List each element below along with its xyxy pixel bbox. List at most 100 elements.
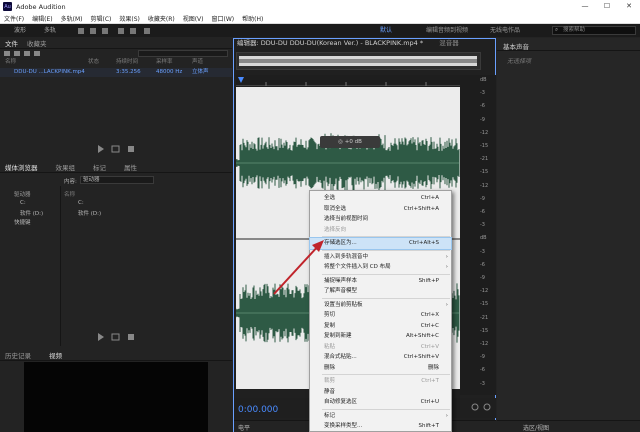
multitrack-view-button[interactable]: 多轨 [44,26,56,35]
db-label: -15 [480,143,489,149]
files-filter-input[interactable] [138,50,228,57]
context-menu-item[interactable]: 选择当前视图时间 [310,214,451,225]
context-menu-item[interactable]: 设置当前剪贴板 › [310,300,451,311]
col-samplerate[interactable]: 采样率 [156,57,192,67]
file-row[interactable]: DDU-DU ...LACKPINK.mp4 3:35.256 48000 Hz… [0,68,232,77]
content-dropdown[interactable]: 驱动器 [80,176,154,184]
db-label: -15 [480,169,489,176]
search-icon: ⌕ [555,27,559,33]
menu-window[interactable]: 窗口(W) [212,14,235,23]
search-help-input[interactable]: ⌕ 搜索帮助 [552,26,636,35]
context-menu-item[interactable]: 捕捉噪声样本 Shift+P [310,276,451,287]
tab-levels[interactable]: 电平 [238,423,250,432]
workspace-radio-production[interactable]: 无线电作品 [490,26,520,35]
file-name: DDU-DU ...LACKPINK.mp4 [14,69,85,75]
tree-shortcuts[interactable]: 快捷键 [14,218,31,226]
tab-selection-view[interactable]: 选区/视图 [523,423,549,432]
media-preview-controls[interactable] [96,332,142,342]
media-list-d[interactable]: 软件 (D:) [78,209,101,217]
tool-icons[interactable] [78,27,158,35]
context-menu-item[interactable]: 插入到多轨混音中 › [310,252,451,263]
waveform-view-button[interactable]: 波形 [14,26,26,35]
db-label: -12 [480,182,489,189]
context-menu-item[interactable]: 自动修复选区 Ctrl+U [310,397,451,408]
tree-drives[interactable]: 驱动器 [14,190,31,198]
context-menu-item[interactable]: 删除 删除 [310,363,451,374]
menu-item-label: 全选 [324,195,336,201]
zoom-buttons[interactable] [470,402,496,412]
title-bar: Au Adobe Audition — ☐ ✕ [0,0,640,13]
db-label: -3 [480,222,485,229]
tab-favorites[interactable]: 收藏夹 [27,38,47,48]
content-label: 内容: [64,179,77,185]
menu-item-shortcut: Alt+Shift+C [405,333,439,339]
menu-multitrack[interactable]: 多轨(M) [61,14,83,23]
db-label: -21 [480,156,489,163]
menu-edit[interactable]: 编辑(E) [32,14,52,23]
menu-view[interactable]: 视图(V) [183,14,204,23]
file-preview-controls[interactable] [96,144,142,154]
file-panel-icons[interactable] [4,50,64,57]
minimize-button[interactable]: — [574,0,596,13]
db-label: -12 [480,129,489,136]
db-scale: dB -3 -6 -9 -12 -15 -21 -15 -12 -9 -6 -3 dB -3 -6 -9 -12… [460,75,496,395]
col-name[interactable]: 名称 [0,57,88,67]
menu-item-label: 混合式粘贴... [324,354,357,360]
editor-tab[interactable]: 编辑器: DDU-DU DDU-DU(Korean Ver.) - BLACKP… [237,39,423,47]
menu-file[interactable]: 文件(F) [4,14,24,23]
menu-item-label: 静音 [324,388,336,395]
menu-separator [322,408,450,410]
context-menu-item: 选择反向 [310,225,451,236]
menu-clip[interactable]: 剪辑(C) [90,14,111,23]
menu-help[interactable]: 帮助(H) [242,14,263,23]
tree-d[interactable]: 软件 (D:) [20,209,43,217]
red-arrow-annotation [273,240,324,295]
tree-c[interactable]: C: [20,200,26,206]
workspace-edit-audio-to-video[interactable]: 编辑音频到视频 [426,26,468,35]
maximize-button[interactable]: ☐ [596,0,618,13]
menu-item-shortcut: Ctrl+V [420,343,439,350]
media-list-header[interactable]: 名称 [64,190,75,198]
menu-item-shortcut: Ctrl+X [420,312,439,318]
menu-item-shortcut: Ctrl+U [420,399,439,405]
col-channels[interactable]: 声道 [192,57,222,67]
media-list-c[interactable]: C: [78,200,84,206]
tab-properties[interactable]: 属性 [124,162,137,172]
tab-mixer[interactable]: 混音器 [439,39,459,47]
context-menu-item[interactable]: 存储选区为... Ctrl+Alt+S [309,237,452,250]
tab-history[interactable]: 历史记录 [5,350,31,360]
volume-hud[interactable]: ◎ +0 dB [320,136,380,148]
workspace-default[interactable]: 默认 [380,26,392,35]
col-status[interactable]: 状态 [88,57,116,67]
waveform-overview[interactable] [236,52,481,70]
context-menu-item[interactable]: 复制到新建 Alt+Shift+C [310,331,451,342]
context-menu-item[interactable]: 将整个文件插入到 CD 布局 › [310,262,451,273]
close-button[interactable]: ✕ [618,0,640,13]
context-menu-item[interactable]: 混合式粘贴... Ctrl+Shift+V [310,352,451,363]
context-menu-item[interactable]: 变换采样类型... Shift+T [310,421,451,432]
db-label: -12 [480,341,489,347]
tab-markers[interactable]: 标记 [93,162,106,172]
menu-favorites[interactable]: 收藏夹(R) [148,14,175,23]
menu-effects[interactable]: 效果(S) [119,14,140,23]
context-menu-item[interactable]: 复制 Ctrl+C [310,321,451,332]
context-menu-item[interactable]: 静音 [310,387,451,398]
menu-item-label: 设置当前剪贴板 [324,301,363,308]
time-ruler[interactable] [236,75,460,86]
menu-item-label: 选择当前视图时间 [324,216,369,222]
tab-files[interactable]: 文件 [5,38,18,48]
menu-item-shortcut: Ctrl+Shift+A [403,205,439,212]
context-menu-item[interactable]: 全选 Ctrl+A [310,193,451,204]
menu-separator [322,236,450,237]
menu-item-shortcut: Ctrl+Alt+S [409,240,439,246]
context-menu-item[interactable]: 标记 › [310,411,451,422]
db-label: -9 [480,354,485,361]
context-menu-item[interactable]: 了解声音模型 [310,286,451,297]
tab-effects-rack[interactable]: 效果组 [56,162,76,172]
context-menu-item[interactable]: 取消全选 Ctrl+Shift+A [310,204,451,215]
tab-video[interactable]: 视频 [49,350,62,360]
col-duration[interactable]: 持续时间 [116,57,156,67]
context-menu-item[interactable]: 剪切 Ctrl+X [310,310,451,321]
tab-media-browser[interactable]: 媒体浏览器 [5,162,38,172]
menu-item-shortcut: Ctrl+T [421,378,439,384]
